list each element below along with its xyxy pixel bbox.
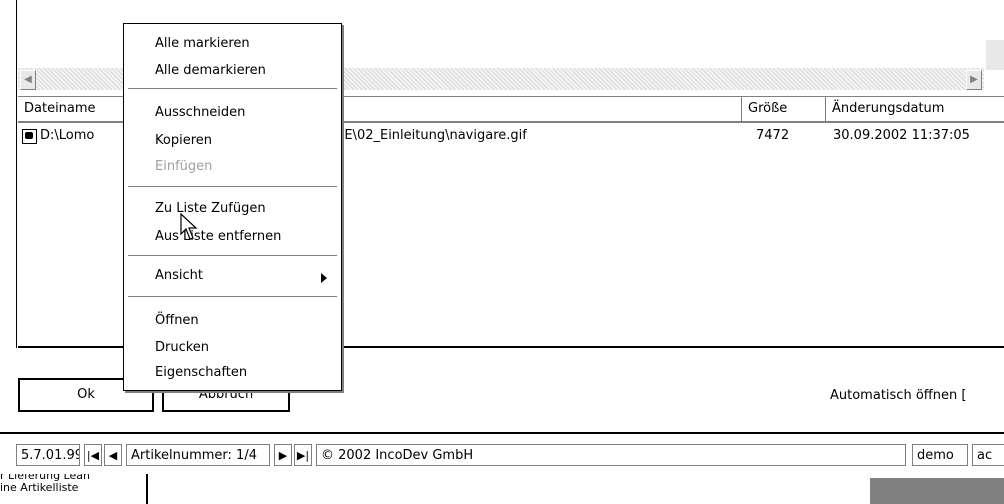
menu-separator: [128, 296, 337, 300]
left-border-line: [16, 0, 17, 348]
version-field: 5.7.01.99: [16, 444, 80, 466]
menu-item-view[interactable]: Ansicht: [155, 266, 203, 286]
menu-item-deselect-all[interactable]: Alle demarkieren: [155, 61, 266, 81]
gray-panel: [870, 478, 1004, 504]
scroll-right-button[interactable]: ▶: [966, 70, 982, 90]
context-menu: Alle markieren Alle demarkieren Ausschne…: [123, 23, 342, 391]
menu-item-paste: Einfügen: [155, 159, 213, 174]
lower-window-strip: r Lieferung Lean ine Artikelliste: [0, 474, 1004, 504]
previous-record-icon[interactable]: ◀: [104, 444, 122, 466]
menu-item-add-to-list[interactable]: Zu Liste Zufügen: [155, 199, 266, 219]
user-field: demo: [912, 444, 968, 466]
file-date: 30.09.2002 11:37:05: [833, 128, 970, 143]
submenu-arrow-icon: [321, 273, 327, 283]
menu-item-print[interactable]: Drucken: [155, 338, 209, 358]
copyright-field: © 2002 IncoDev GmbH: [316, 444, 906, 466]
file-size: 7472: [756, 128, 790, 143]
menu-item-remove-from-list[interactable]: Aus Liste entfernen: [155, 227, 281, 247]
vertical-scrollbar-stub[interactable]: [986, 40, 1004, 70]
menu-item-open[interactable]: Öffnen: [155, 311, 199, 331]
menu-item-properties[interactable]: Eigenschaften: [155, 363, 247, 383]
status-bar: 5.7.01.99 |◀ ◀ Artikelnummer: 1/4 ▶ ▶| ©…: [0, 432, 1004, 472]
scroll-left-button[interactable]: ◀: [20, 70, 36, 90]
first-record-icon[interactable]: |◀: [84, 444, 102, 466]
column-header-size[interactable]: Größe: [742, 97, 826, 121]
next-record-icon[interactable]: ▶: [274, 444, 292, 466]
menu-separator: [128, 88, 337, 92]
record-counter: Artikelnummer: 1/4: [126, 444, 270, 466]
menu-separator: [128, 186, 337, 190]
auto-open-label[interactable]: Automatisch öffnen [: [830, 388, 966, 403]
menu-item-select-all[interactable]: Alle markieren: [155, 34, 250, 54]
menu-item-copy[interactable]: Kopieren: [155, 131, 212, 151]
file-path-right: 2GE\02_Einleitung\navigare.gif: [326, 128, 527, 143]
menu-item-cut[interactable]: Ausschneiden: [155, 103, 245, 123]
file-path-left: D:\Lomo: [40, 128, 95, 143]
mouse-pointer-icon: [180, 213, 198, 240]
lower-text-line-2[interactable]: ine Artikelliste: [0, 482, 146, 494]
extra-field: ac: [972, 444, 1004, 466]
menu-separator: [128, 255, 337, 259]
gif-file-icon: [22, 129, 37, 144]
last-record-icon[interactable]: ▶|: [294, 444, 312, 466]
column-header-date[interactable]: Änderungsdatum: [826, 97, 1004, 121]
